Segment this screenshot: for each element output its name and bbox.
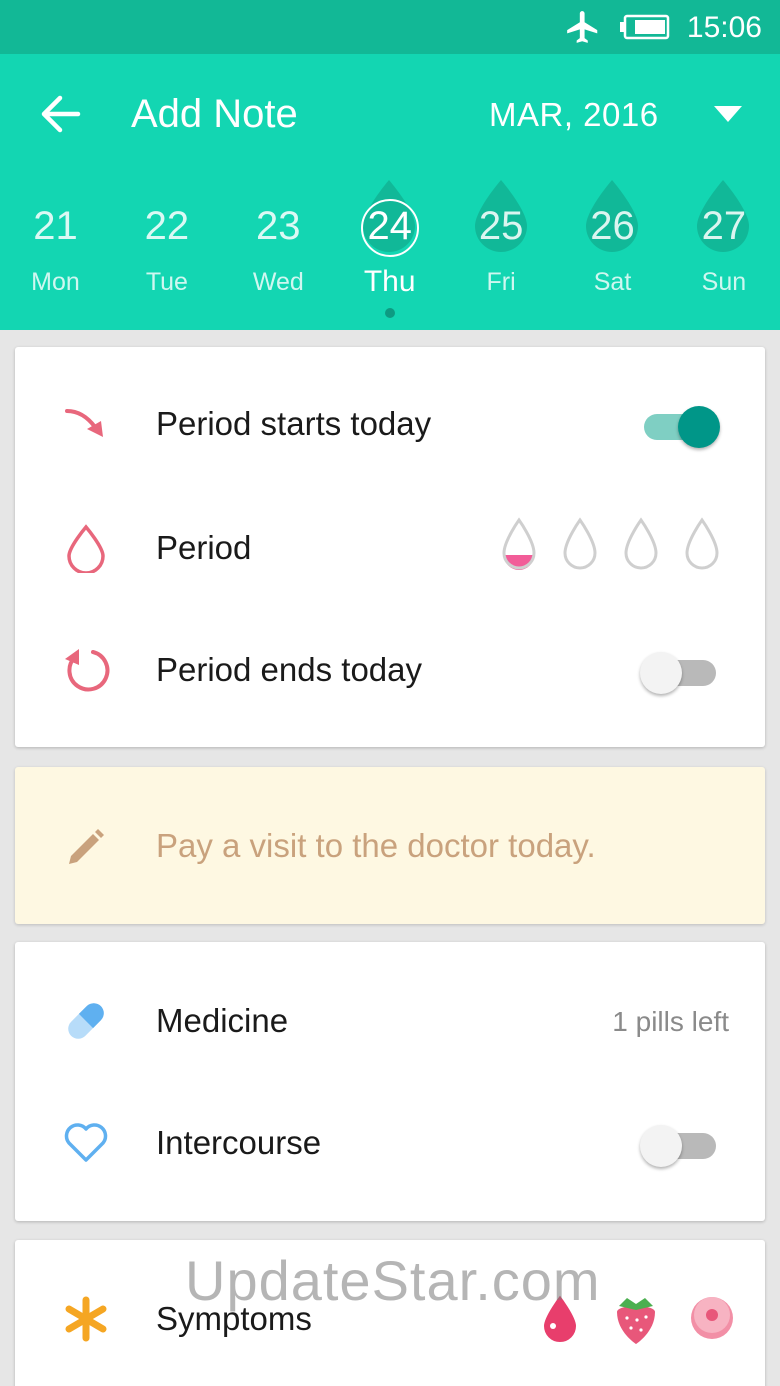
status-time: 15:06 bbox=[686, 11, 762, 44]
day-name: Tue bbox=[145, 268, 188, 296]
day-thu[interactable]: 24 Thu bbox=[334, 174, 445, 324]
day-number: 25 bbox=[478, 204, 524, 248]
drop-outline-icon bbox=[67, 524, 105, 573]
pencil-icon bbox=[69, 829, 104, 864]
flow-level-4-icon[interactable] bbox=[682, 517, 722, 573]
period-card: Period starts today Period Period ends t… bbox=[15, 347, 765, 747]
asterisk-icon bbox=[65, 1296, 107, 1342]
day-name: Wed bbox=[252, 268, 304, 296]
pill-icon bbox=[68, 1003, 104, 1039]
selected-day-indicator bbox=[385, 308, 396, 318]
app-header: Add Note MAR, 2016 21 Mon 22 Tue 23 Wed 24 Thu 2… bbox=[0, 54, 780, 330]
period-flow-row: Period bbox=[15, 493, 765, 603]
period-ends-row[interactable]: Period ends today bbox=[15, 615, 765, 725]
period-starts-toggle[interactable] bbox=[640, 405, 720, 449]
airplane-mode-icon bbox=[567, 11, 598, 43]
toggle-knob bbox=[640, 1125, 682, 1167]
week-strip: 21 Mon 22 Tue 23 Wed 24 Thu 25 Fri 26 Sat 27 Sun bbox=[0, 174, 780, 324]
period-label: Period bbox=[156, 529, 252, 566]
arrow-left-icon[interactable] bbox=[38, 94, 82, 134]
day-number: 27 bbox=[701, 204, 747, 248]
day-name: Sat bbox=[593, 268, 632, 296]
period-ends-toggle[interactable] bbox=[640, 651, 720, 695]
strawberry-icon bbox=[617, 1298, 655, 1344]
day-number: 24 bbox=[367, 204, 412, 248]
flow-level-2-icon[interactable] bbox=[560, 517, 600, 573]
intercourse-toggle[interactable] bbox=[640, 1124, 720, 1168]
status-bar: 15:06 bbox=[0, 0, 780, 54]
flow-level-1-icon[interactable] bbox=[499, 517, 539, 573]
flow-level-3-icon[interactable] bbox=[621, 517, 661, 573]
period-starts-label: Period starts today bbox=[156, 405, 432, 442]
day-name: Thu bbox=[363, 265, 416, 298]
toggle-knob bbox=[678, 406, 720, 448]
period-ends-label: Period ends today bbox=[156, 651, 423, 688]
triangle-down-icon[interactable] bbox=[714, 106, 742, 122]
medicine-label: Medicine bbox=[156, 1002, 289, 1039]
note-text: Pay a visit to the doctor today. bbox=[156, 827, 596, 864]
battery-icon bbox=[620, 14, 670, 40]
day-number: 21 bbox=[33, 204, 78, 248]
page-title: Add Note bbox=[131, 92, 298, 136]
day-number: 26 bbox=[590, 204, 635, 248]
flow-level-selector[interactable] bbox=[499, 517, 739, 577]
donut-icon bbox=[691, 1297, 733, 1339]
heart-outline-icon bbox=[64, 1123, 108, 1162]
day-fri[interactable]: 25 Fri bbox=[446, 174, 557, 324]
day-number: 22 bbox=[144, 204, 190, 248]
day-wed[interactable]: 23 Wed bbox=[223, 174, 334, 324]
day-tue[interactable]: 22 Tue bbox=[111, 174, 222, 324]
intercourse-label: Intercourse bbox=[156, 1124, 322, 1161]
watermark: UpdateStar.com bbox=[185, 1249, 601, 1312]
toggle-knob bbox=[640, 652, 682, 694]
day-name: Mon bbox=[31, 268, 80, 296]
day-sat[interactable]: 26 Sat bbox=[557, 174, 668, 324]
month-selector[interactable]: MAR, 2016 bbox=[489, 96, 659, 134]
intercourse-row[interactable]: Intercourse bbox=[15, 1088, 765, 1198]
day-number: 23 bbox=[256, 204, 301, 248]
refresh-icon bbox=[65, 649, 110, 692]
day-mon[interactable]: 21 Mon bbox=[0, 174, 111, 324]
medicine-row[interactable]: Medicine 1 pills left bbox=[15, 966, 765, 1076]
note-card[interactable]: Pay a visit to the doctor today. bbox=[15, 767, 765, 924]
day-name: Fri bbox=[486, 268, 516, 296]
day-sun[interactable]: 27 Sun bbox=[668, 174, 779, 324]
period-starts-row[interactable]: Period starts today bbox=[15, 369, 765, 479]
day-name: Sun bbox=[701, 268, 747, 296]
pills-left-status: 1 pills left bbox=[612, 1006, 729, 1037]
arrow-curve-down-icon bbox=[65, 409, 103, 437]
health-card: Medicine 1 pills left Intercourse bbox=[15, 942, 765, 1221]
